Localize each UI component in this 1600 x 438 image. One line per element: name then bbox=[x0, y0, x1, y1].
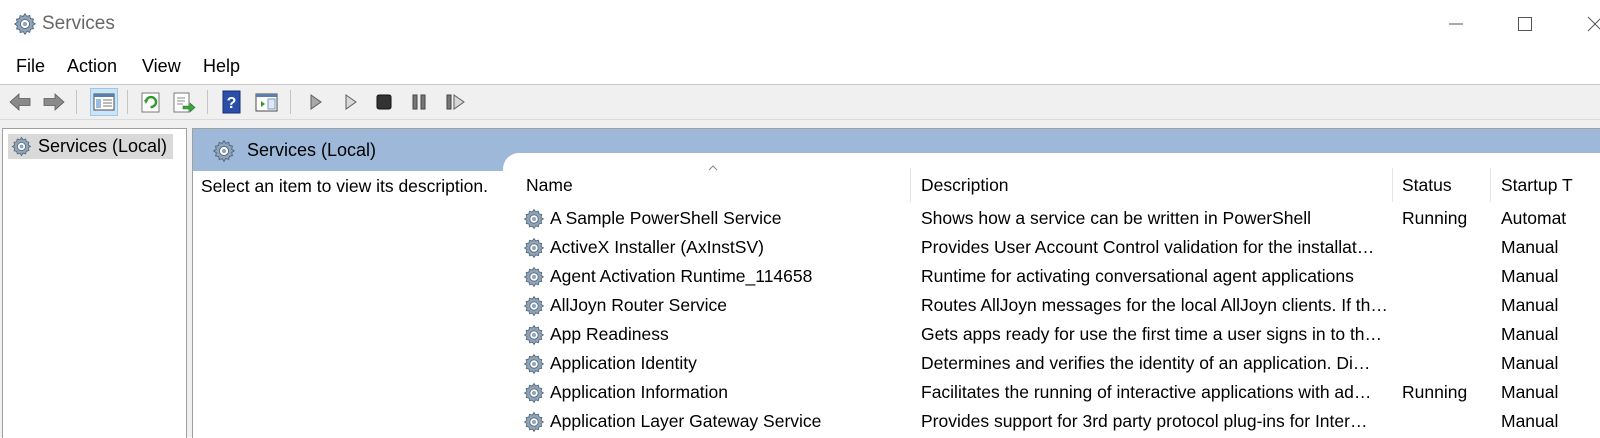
menu-view[interactable]: View bbox=[142, 56, 181, 77]
service-status: Running bbox=[1402, 208, 1468, 228]
column-header-name[interactable]: Name bbox=[526, 175, 573, 196]
export-list-icon[interactable] bbox=[171, 89, 197, 115]
service-description: Shows how a service can be written in Po… bbox=[921, 208, 1312, 228]
service-name: ActiveX Installer (AxInstSV) bbox=[550, 237, 764, 257]
console-tree: Services (Local) bbox=[2, 128, 187, 438]
toolbar-separator bbox=[207, 90, 208, 114]
table-row[interactable]: Application Layer Gateway Service Provid… bbox=[512, 407, 1600, 436]
service-gear-icon bbox=[522, 207, 546, 231]
service-description: Determines and verifies the identity of … bbox=[921, 353, 1371, 373]
service-startup-type: Automat bbox=[1501, 208, 1567, 228]
show-hide-console-tree-icon[interactable] bbox=[90, 88, 118, 116]
toolbar-separator bbox=[76, 90, 77, 114]
service-gear-icon bbox=[522, 236, 546, 260]
properties-pane-icon[interactable] bbox=[253, 89, 279, 115]
service-name: Application Information bbox=[550, 382, 729, 402]
service-name: App Readiness bbox=[550, 324, 669, 344]
service-description: Gets apps ready for use the first time a… bbox=[921, 324, 1383, 344]
services-gear-icon bbox=[10, 135, 33, 158]
stop-service-icon[interactable] bbox=[371, 89, 397, 115]
service-gear-icon bbox=[522, 294, 546, 318]
title-bar: Services bbox=[0, 0, 1600, 48]
service-gear-icon bbox=[522, 323, 546, 347]
service-startup-type: Manual bbox=[1501, 295, 1559, 315]
service-startup-type: Manual bbox=[1501, 411, 1559, 431]
service-description: Provides User Account Control validation… bbox=[921, 237, 1375, 257]
pause-service-icon[interactable] bbox=[406, 89, 432, 115]
service-description: Routes AllJoyn messages for the local Al… bbox=[921, 295, 1388, 315]
minimize-icon[interactable] bbox=[1441, 10, 1471, 38]
start-service-icon[interactable] bbox=[302, 89, 328, 115]
window-title: Services bbox=[42, 13, 115, 34]
list-header: Name Description Status Startup T bbox=[512, 162, 1600, 202]
column-header-description[interactable]: Description bbox=[921, 175, 1009, 196]
pane-title: Services (Local) bbox=[247, 140, 377, 160]
menu-action[interactable]: Action bbox=[67, 56, 117, 77]
tree-item-services-local[interactable]: Services (Local) bbox=[8, 134, 174, 159]
table-row[interactable]: App Readiness Gets apps ready for use th… bbox=[512, 320, 1600, 349]
column-divider[interactable] bbox=[1392, 168, 1393, 202]
description-hint: Select an item to view its description. bbox=[201, 176, 488, 196]
service-name: Application Identity bbox=[550, 353, 697, 373]
maximize-icon[interactable] bbox=[1510, 10, 1540, 38]
service-startup-type: Manual bbox=[1501, 382, 1559, 402]
services-list: Name Description Status Startup T A Samp… bbox=[512, 162, 1600, 437]
restart-service-icon[interactable] bbox=[442, 89, 468, 115]
service-name: A Sample PowerShell Service bbox=[550, 208, 782, 228]
start-service-alt-icon[interactable] bbox=[337, 89, 363, 115]
service-name: Agent Activation Runtime_114658 bbox=[550, 266, 813, 286]
column-divider[interactable] bbox=[1490, 168, 1491, 202]
service-description: Provides support for 3rd party protocol … bbox=[921, 411, 1368, 431]
service-startup-type: Manual bbox=[1501, 324, 1559, 344]
back-arrow-icon[interactable] bbox=[7, 89, 33, 115]
toolbar-separator bbox=[127, 90, 128, 114]
menu-bar: File Action View Help bbox=[0, 50, 1600, 85]
forward-arrow-icon[interactable] bbox=[41, 89, 67, 115]
column-divider[interactable] bbox=[910, 168, 911, 202]
service-name: Application Layer Gateway Service bbox=[550, 411, 822, 431]
service-description: Runtime for activating conversational ag… bbox=[921, 266, 1354, 286]
sort-ascending-icon bbox=[708, 165, 718, 171]
refresh-icon[interactable] bbox=[138, 89, 164, 115]
service-name: AllJoyn Router Service bbox=[550, 295, 728, 315]
service-status: Running bbox=[1402, 382, 1468, 402]
help-icon[interactable]: ? bbox=[218, 89, 244, 115]
services-gear-icon bbox=[12, 11, 38, 37]
table-row[interactable]: AllJoyn Router Service Routes AllJoyn me… bbox=[512, 291, 1600, 320]
table-row[interactable]: Agent Activation Runtime_114658 Runtime … bbox=[512, 262, 1600, 291]
column-header-status[interactable]: Status bbox=[1402, 175, 1452, 196]
service-gear-icon bbox=[522, 352, 546, 376]
table-row[interactable]: Application Information Facilitates the … bbox=[512, 378, 1600, 407]
service-startup-type: Manual bbox=[1501, 237, 1559, 257]
menu-help[interactable]: Help bbox=[203, 56, 240, 77]
table-row[interactable]: ActiveX Installer (AxInstSV) Provides Us… bbox=[512, 233, 1600, 262]
toolbar: ? bbox=[0, 85, 1600, 120]
service-startup-type: Manual bbox=[1501, 266, 1559, 286]
service-gear-icon bbox=[522, 410, 546, 434]
table-row[interactable]: Application Identity Determines and veri… bbox=[512, 349, 1600, 378]
service-gear-icon bbox=[522, 265, 546, 289]
menu-file[interactable]: File bbox=[16, 56, 45, 77]
column-header-startup-type[interactable]: Startup T bbox=[1501, 175, 1573, 196]
services-gear-icon bbox=[211, 138, 237, 164]
service-startup-type: Manual bbox=[1501, 353, 1559, 373]
tree-item-label: Services (Local) bbox=[38, 136, 168, 156]
close-icon[interactable] bbox=[1580, 10, 1600, 38]
service-gear-icon bbox=[522, 381, 546, 405]
table-row[interactable]: A Sample PowerShell Service Shows how a … bbox=[512, 204, 1600, 233]
toolbar-separator bbox=[290, 90, 291, 114]
svg-text:?: ? bbox=[227, 95, 237, 112]
service-description: Facilitates the running of interactive a… bbox=[921, 382, 1372, 402]
